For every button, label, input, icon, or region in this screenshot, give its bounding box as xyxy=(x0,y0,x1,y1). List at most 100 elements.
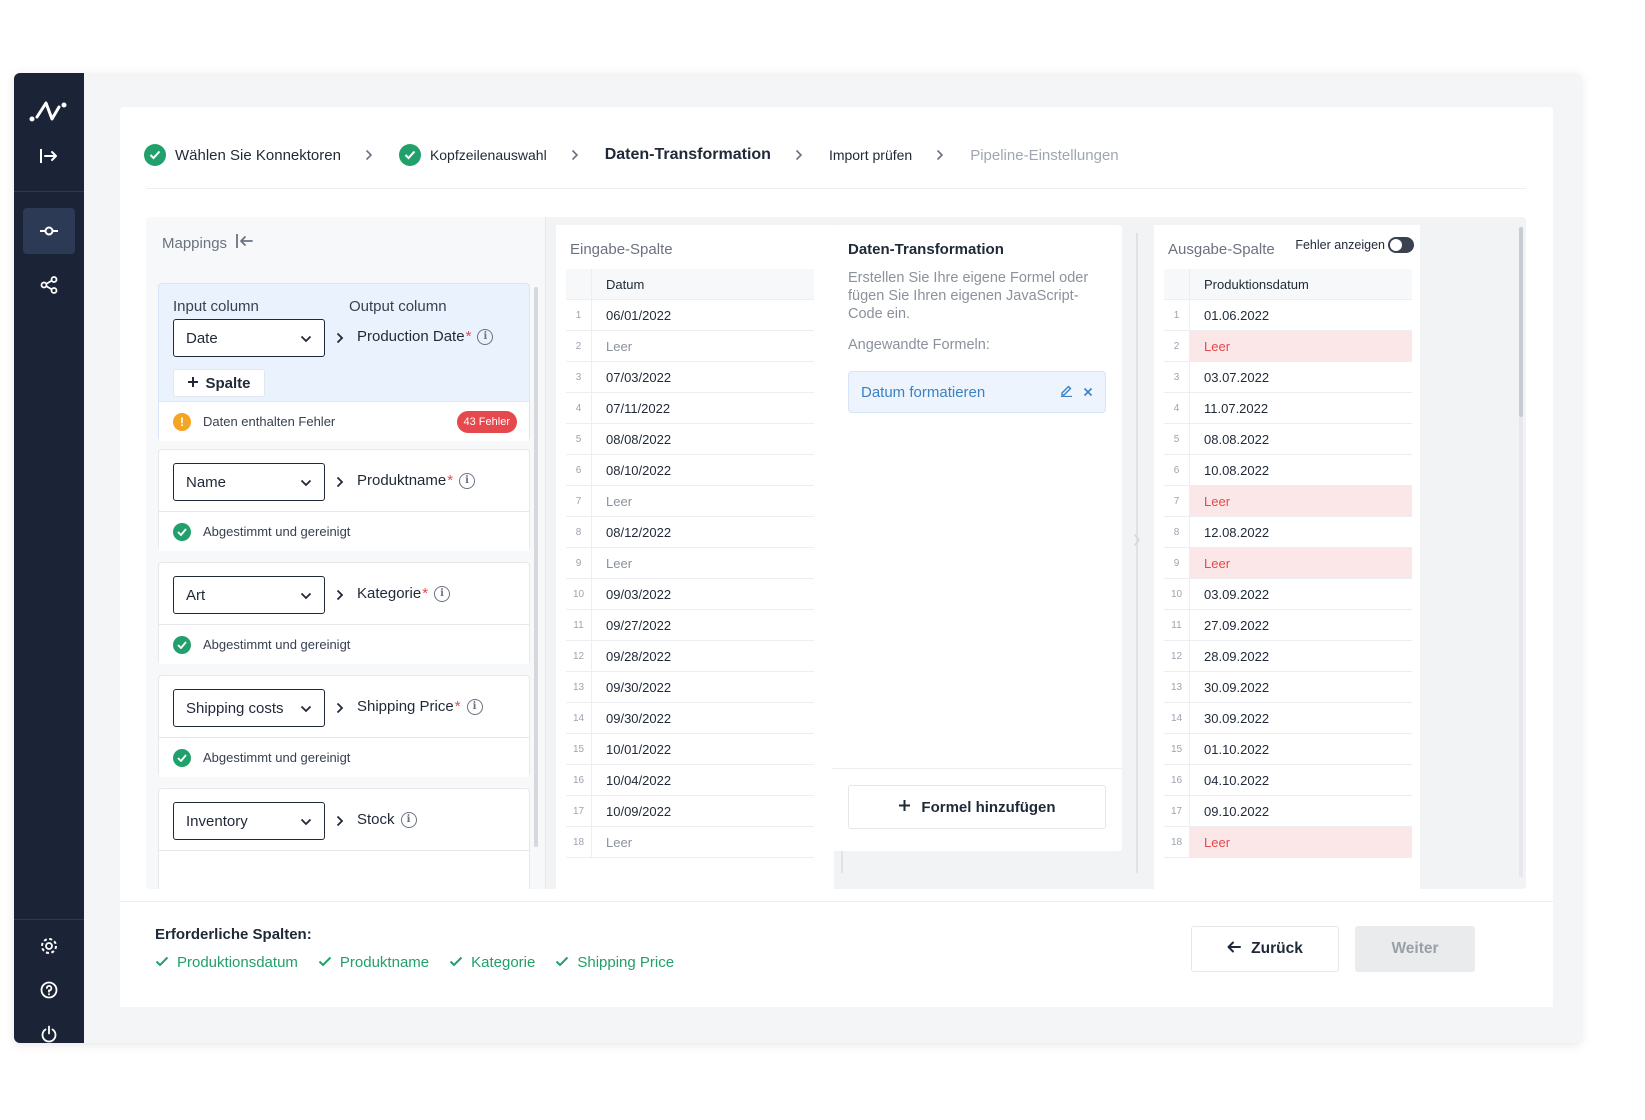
table-row[interactable]: 7 Leer xyxy=(1164,486,1412,517)
cell-value: 07/03/2022 xyxy=(606,369,672,385)
info-icon[interactable]: i xyxy=(477,328,494,345)
table-row[interactable]: 1 01.06.2022 xyxy=(1164,300,1412,331)
info-icon[interactable]: i xyxy=(459,472,476,489)
row-number: 8 xyxy=(1164,517,1190,547)
mapping-card-inventory: Inventory Stock i xyxy=(158,788,530,889)
table-row[interactable]: 6 08/10/2022 xyxy=(566,455,814,486)
table-row[interactable]: 18 Leer xyxy=(566,827,814,858)
table-row[interactable]: 15 10/01/2022 xyxy=(566,734,814,765)
toggle-switch[interactable] xyxy=(1388,237,1414,253)
output-scrollbar[interactable] xyxy=(1519,227,1523,877)
error-count-badge[interactable]: 43 Fehler xyxy=(456,411,517,433)
table-row[interactable]: 12 28.09.2022 xyxy=(1164,641,1412,672)
table-row[interactable]: 14 09/30/2022 xyxy=(566,703,814,734)
row-number: 3 xyxy=(566,362,592,392)
step-data-transformation[interactable]: Daten-Transformation xyxy=(605,146,771,164)
check-icon xyxy=(318,954,332,971)
table-row[interactable]: 4 11.07.2022 xyxy=(1164,393,1412,424)
plus-icon xyxy=(898,799,911,816)
collapse-panel-icon[interactable] xyxy=(235,233,255,253)
table-row[interactable]: 10 09/03/2022 xyxy=(566,579,814,610)
logout-icon[interactable] xyxy=(23,1011,75,1043)
table-row[interactable]: 11 09/27/2022 xyxy=(566,610,814,641)
pipeline-icon[interactable] xyxy=(23,208,75,254)
divider xyxy=(832,768,1122,769)
table-row[interactable]: 2 Leer xyxy=(566,331,814,362)
table-row[interactable]: 10 03.09.2022 xyxy=(1164,579,1412,610)
table-row[interactable]: 9 Leer xyxy=(566,548,814,579)
cell-value: 06/01/2022 xyxy=(606,307,672,323)
input-select-art[interactable]: Art xyxy=(173,576,325,614)
table-row[interactable]: 5 08.08.2022 xyxy=(1164,424,1412,455)
table-row[interactable]: 9 Leer xyxy=(1164,548,1412,579)
table-row[interactable]: 1 06/01/2022 xyxy=(566,300,814,331)
input-select-date[interactable]: Date xyxy=(173,319,325,357)
table-row[interactable]: 12 09/28/2022 xyxy=(566,641,814,672)
cell-value: Leer xyxy=(1190,548,1412,578)
cell-value: Leer xyxy=(606,338,633,354)
share-icon[interactable] xyxy=(23,262,75,308)
add-column-button[interactable]: Spalte xyxy=(173,369,265,397)
chevron-right-icon xyxy=(336,331,348,345)
input-select-inventory[interactable]: Inventory xyxy=(173,802,325,840)
table-row[interactable]: 8 12.08.2022 xyxy=(1164,517,1412,548)
next-button[interactable]: Weiter xyxy=(1355,926,1475,972)
cell-value: 03.07.2022 xyxy=(1204,369,1270,385)
mapping-card-art: Art Kategorie * i Abgestimmt und gereinig… xyxy=(158,562,530,664)
chevron-right-icon xyxy=(571,148,581,162)
table-row[interactable]: 11 27.09.2022 xyxy=(1164,610,1412,641)
panel-divider[interactable] xyxy=(1136,233,1138,873)
table-row[interactable]: 17 09.10.2022 xyxy=(1164,796,1412,827)
expand-sidebar-icon[interactable] xyxy=(23,133,75,179)
table-row[interactable]: 13 09/30/2022 xyxy=(566,672,814,703)
cell-value: 09/03/2022 xyxy=(606,586,672,602)
plus-icon xyxy=(187,375,199,392)
row-number: 11 xyxy=(566,610,592,640)
table-row[interactable]: 13 30.09.2022 xyxy=(1164,672,1412,703)
table-row[interactable]: 15 01.10.2022 xyxy=(1164,734,1412,765)
table-row[interactable]: 18 Leer xyxy=(1164,827,1412,858)
sidebar xyxy=(14,73,84,1043)
table-row[interactable]: 16 04.10.2022 xyxy=(1164,765,1412,796)
table-row[interactable]: 17 10/09/2022 xyxy=(566,796,814,827)
chevron-right-icon xyxy=(365,148,375,162)
stepper: Wählen Sie Konnektoren Kopfzeilenauswahl… xyxy=(144,137,1119,173)
transformation-panel: Daten-Transformation Erstellen Sie Ihre … xyxy=(832,225,1122,851)
table-row[interactable]: 6 10.08.2022 xyxy=(1164,455,1412,486)
info-icon[interactable]: i xyxy=(434,585,451,602)
table-row[interactable]: 3 07/03/2022 xyxy=(566,362,814,393)
add-formula-button[interactable]: Formel hinzufügen xyxy=(848,785,1106,829)
help-icon[interactable] xyxy=(23,967,75,1013)
row-number: 13 xyxy=(566,672,592,702)
mapping-card-date: Input column Output column Date Producti… xyxy=(158,283,530,441)
back-button[interactable]: Zurück xyxy=(1191,926,1339,972)
table-row[interactable]: 4 07/11/2022 xyxy=(566,393,814,424)
required-columns-list: Produktionsdatum Produktname Kategorie Ship… xyxy=(155,954,674,971)
table-row[interactable]: 5 08/08/2022 xyxy=(566,424,814,455)
table-row[interactable]: 7 Leer xyxy=(566,486,814,517)
mappings-scrollbar[interactable] xyxy=(534,287,538,847)
info-icon[interactable]: i xyxy=(400,811,417,828)
row-number: 18 xyxy=(1164,827,1190,857)
row-number: 5 xyxy=(1164,424,1190,454)
close-icon[interactable] xyxy=(1083,384,1093,401)
step-connectors[interactable]: Wählen Sie Konnektoren xyxy=(144,144,341,166)
step-review-import[interactable]: Import prüfen xyxy=(829,147,912,163)
chevron-down-icon xyxy=(300,330,312,347)
settings-icon[interactable] xyxy=(23,923,75,969)
table-row[interactable]: 2 Leer xyxy=(1164,331,1412,362)
table-row[interactable]: 14 30.09.2022 xyxy=(1164,703,1412,734)
formula-item[interactable]: Datum formatieren xyxy=(848,371,1106,413)
table-row[interactable]: 16 10/04/2022 xyxy=(566,765,814,796)
table-row[interactable]: 3 03.07.2022 xyxy=(1164,362,1412,393)
edit-icon[interactable] xyxy=(1060,384,1073,401)
info-icon[interactable]: i xyxy=(466,698,483,715)
show-errors-toggle[interactable]: Fehler anzeigen xyxy=(1295,237,1414,253)
cell-value: Leer xyxy=(1190,486,1412,516)
input-select-shipping-costs[interactable]: Shipping costs xyxy=(173,689,325,727)
chevron-right-icon xyxy=(336,814,348,828)
input-select-name[interactable]: Name xyxy=(173,463,325,501)
table-row[interactable]: 8 08/12/2022 xyxy=(566,517,814,548)
transformation-description: Erstellen Sie Ihre eigene Formel oder fü… xyxy=(848,270,1089,322)
step-header-selection[interactable]: Kopfzeilenauswahl xyxy=(398,144,547,166)
